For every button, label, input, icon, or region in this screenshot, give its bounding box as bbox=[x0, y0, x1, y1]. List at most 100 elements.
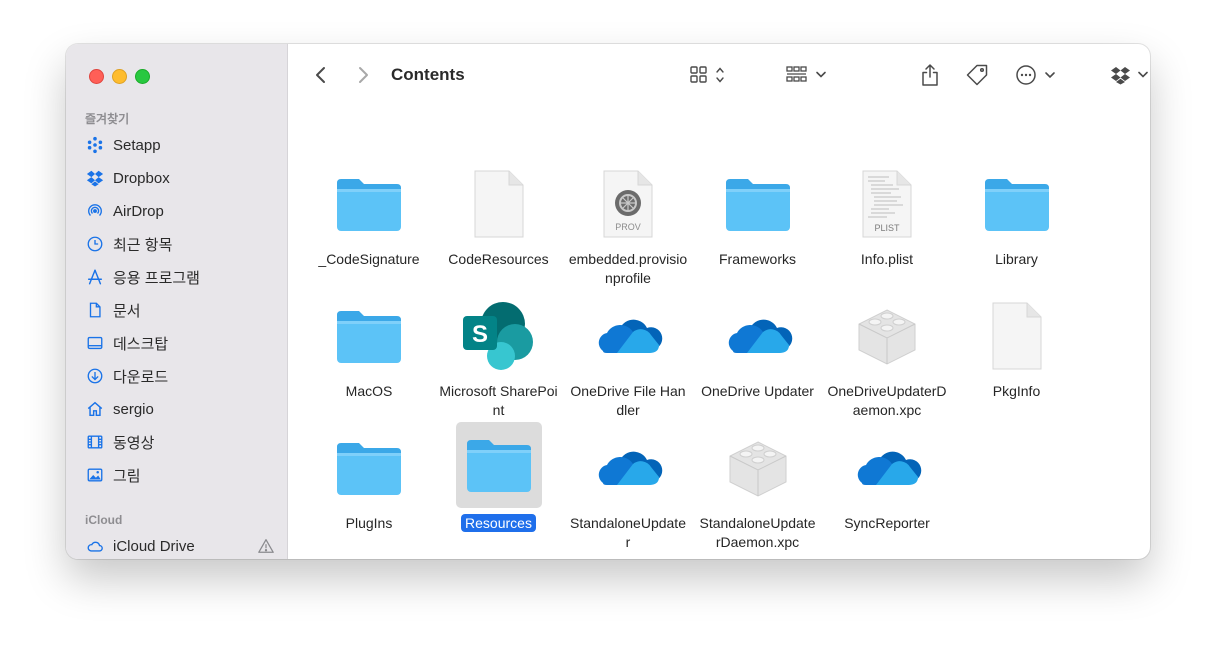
sidebar-item-label: 데스크탑 bbox=[113, 335, 169, 353]
file-name-label: MacOS bbox=[345, 383, 393, 399]
sidebar-item-home[interactable]: sergio bbox=[85, 396, 275, 422]
file-name-label: OneDrive Updater bbox=[701, 383, 814, 399]
file-name-label: Info.plist bbox=[860, 251, 914, 267]
file-name-label: SyncReporter bbox=[844, 515, 930, 531]
file-icon-grid: _CodeSignature CodeResources PROV embedded.… bbox=[288, 106, 1150, 559]
folder-icon bbox=[977, 164, 1057, 244]
file-name-label: StandaloneUpdater bbox=[570, 515, 686, 550]
forward-chevron-icon bbox=[359, 67, 368, 83]
sidebar-item-documents[interactable]: 문서 bbox=[85, 297, 275, 323]
file-name-label: Library bbox=[995, 251, 1038, 267]
onedrive-app-icon bbox=[588, 428, 668, 508]
sidebar-item-label: sergio bbox=[113, 400, 154, 418]
sidebar-item-icloud-drive[interactable]: iCloud Drive bbox=[85, 533, 275, 559]
dropbox-icon bbox=[85, 168, 105, 188]
document-icon bbox=[459, 164, 539, 244]
folder-icon bbox=[455, 422, 542, 508]
sidebar-item-label: 그림 bbox=[113, 467, 141, 485]
tag-button[interactable] bbox=[964, 62, 990, 88]
file-name-label: Microsoft SharePoint bbox=[439, 383, 558, 418]
file-name-label: CodeResources bbox=[448, 251, 549, 267]
sidebar-item-recents[interactable]: 최근 항목 bbox=[85, 231, 275, 257]
ellipsis-circle-icon bbox=[1016, 65, 1055, 85]
file-name-label: Resources bbox=[439, 514, 559, 533]
svg-text:PLIST: PLIST bbox=[874, 223, 900, 233]
sidebar-item-label: AirDrop bbox=[113, 202, 164, 220]
dropbox-menu-button[interactable] bbox=[1110, 62, 1150, 88]
sidebar-item-label: 응용 프로그램 bbox=[113, 269, 200, 287]
xpc-bundle-icon bbox=[718, 428, 798, 508]
file-name-label: PkgInfo bbox=[992, 383, 1041, 399]
dropbox-icon bbox=[1111, 67, 1148, 85]
file-name-label: PlugIns bbox=[345, 515, 393, 531]
window-title: Contents bbox=[391, 65, 465, 84]
onedrive-app-icon bbox=[847, 428, 927, 508]
sidebar-item-desktop[interactable]: 데스크탑 bbox=[85, 330, 275, 356]
sidebar-item-movies[interactable]: 동영상 bbox=[85, 429, 275, 455]
sidebar-item-setapp[interactable]: Setapp bbox=[85, 132, 275, 158]
sidebar-item-label: iCloud Drive bbox=[113, 537, 195, 555]
provisioning-profile-icon: PROV bbox=[588, 164, 668, 244]
sidebar-section-favorites: 즐겨찾기 bbox=[85, 112, 130, 126]
applications-icon bbox=[85, 267, 105, 287]
onedrive-app-icon bbox=[588, 296, 668, 376]
sharepoint-app-icon: S bbox=[459, 296, 539, 376]
home-icon bbox=[85, 399, 105, 419]
file-name-label: OneDrive File Handler bbox=[570, 383, 686, 418]
film-icon bbox=[85, 432, 105, 452]
sidebar-item-label: 문서 bbox=[113, 302, 141, 320]
sidebar-item-dropbox[interactable]: Dropbox bbox=[85, 165, 275, 191]
sidebar-item-airdrop[interactable]: AirDrop bbox=[85, 198, 275, 224]
zoom-window-button[interactable] bbox=[135, 69, 150, 84]
icon-grid-view-icon bbox=[690, 66, 724, 83]
warning-icon[interactable] bbox=[257, 537, 275, 555]
cloud-icon bbox=[85, 536, 105, 556]
document-icon bbox=[977, 296, 1057, 376]
setapp-icon bbox=[85, 135, 105, 155]
file-name-label: Frameworks bbox=[718, 251, 796, 267]
file-name-label: OneDriveUpdaterDaemon.xpc bbox=[827, 383, 947, 418]
folder-icon bbox=[718, 164, 798, 244]
more-actions-button[interactable] bbox=[1014, 62, 1060, 88]
xpc-bundle-icon bbox=[847, 296, 927, 376]
share-button[interactable] bbox=[918, 62, 942, 88]
toolbar: Contents bbox=[288, 44, 1150, 106]
file-name-label: StandaloneUpdaterDaemon.xpc bbox=[699, 515, 816, 550]
sidebar-item-label: 다운로드 bbox=[113, 368, 169, 386]
sidebar-item-applications[interactable]: 응용 프로그램 bbox=[85, 264, 275, 290]
group-by-button[interactable] bbox=[785, 62, 831, 88]
back-button[interactable] bbox=[310, 62, 332, 88]
back-chevron-icon bbox=[316, 67, 325, 83]
sidebar-item-label: 동영상 bbox=[113, 434, 155, 452]
desktop-icon bbox=[85, 333, 105, 353]
svg-text:PROV: PROV bbox=[615, 222, 641, 232]
sidebar: 즐겨찾기 Setapp Dropbox AirDrop 최근 항목 응용 프로그… bbox=[66, 44, 288, 559]
folder-icon bbox=[329, 428, 409, 508]
photo-icon bbox=[85, 465, 105, 485]
folder-icon bbox=[329, 164, 409, 244]
group-by-icon bbox=[786, 66, 826, 82]
file-name-label: _CodeSignature bbox=[318, 251, 420, 267]
file-name-label: embedded.provisionprofile bbox=[568, 251, 688, 286]
share-icon bbox=[922, 64, 938, 86]
finder-window: 즐겨찾기 Setapp Dropbox AirDrop 최근 항목 응용 프로그… bbox=[66, 44, 1150, 559]
onedrive-app-icon bbox=[718, 296, 798, 376]
view-mode-button[interactable] bbox=[689, 62, 733, 88]
folder-icon bbox=[329, 296, 409, 376]
svg-text:S: S bbox=[471, 321, 487, 348]
plist-document-icon: PLIST bbox=[847, 164, 927, 244]
sidebar-item-label: Setapp bbox=[113, 136, 161, 154]
airdrop-icon bbox=[85, 201, 105, 221]
download-icon bbox=[85, 366, 105, 386]
close-window-button[interactable] bbox=[89, 69, 104, 84]
traffic-lights bbox=[89, 69, 150, 84]
clock-icon bbox=[85, 234, 105, 254]
sidebar-item-label: Dropbox bbox=[113, 169, 170, 187]
sidebar-section-icloud: iCloud bbox=[85, 513, 123, 527]
forward-button[interactable] bbox=[352, 62, 374, 88]
sidebar-item-label: 최근 항목 bbox=[113, 236, 173, 254]
minimize-window-button[interactable] bbox=[112, 69, 127, 84]
sidebar-item-downloads[interactable]: 다운로드 bbox=[85, 363, 275, 389]
sidebar-item-pictures[interactable]: 그림 bbox=[85, 462, 275, 488]
document-icon bbox=[85, 300, 105, 320]
